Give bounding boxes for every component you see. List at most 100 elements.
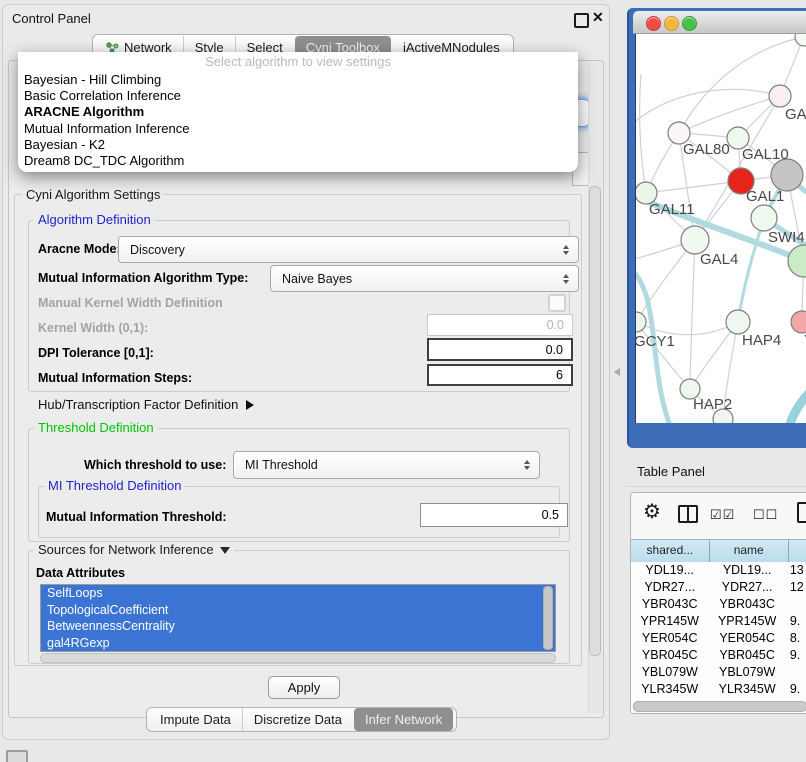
table-cell[interactable]: YER054C — [708, 630, 785, 647]
mi-threshold-field[interactable]: 0.5 — [420, 503, 568, 527]
panel-scrollbar-thumb[interactable] — [589, 186, 601, 656]
network-canvas[interactable]: GALGAL80GAL10GAL1GAL11SWI4GAL4GCY1HAP4YH… — [636, 34, 806, 423]
gear-icon[interactable]: ⚙ — [643, 501, 661, 523]
tab-impute-data[interactable]: Impute Data — [149, 708, 242, 731]
network-edge[interactable] — [787, 384, 806, 423]
algorithm-option-selected[interactable]: ARACNE Algorithm — [18, 104, 578, 120]
kernel-width-label: Kernel Width (0,1): — [38, 321, 148, 335]
splitter-grip-icon[interactable] — [614, 368, 620, 376]
hub-definition-toggle[interactable]: Hub/Transcription Factor Definition — [38, 397, 254, 412]
table-cell[interactable]: YBL079W — [708, 664, 785, 681]
data-attributes-list[interactable]: SelfLoops TopologicalCoefficient Between… — [40, 584, 556, 652]
manual-kernel-checkbox[interactable] — [548, 294, 566, 312]
table-cell[interactable]: YLR345W — [708, 681, 785, 698]
network-node[interactable] — [751, 205, 777, 231]
table-cell[interactable]: 9. — [786, 613, 806, 630]
table-row[interactable]: YBR045CYBR045C9. — [631, 647, 806, 664]
column-header-shared-name[interactable]: shared... — [631, 540, 710, 562]
table-cell[interactable]: 8. — [786, 630, 806, 647]
network-node[interactable] — [769, 85, 791, 107]
table-row[interactable]: YDL19...YDL19...13 — [631, 562, 806, 579]
network-edge[interactable] — [679, 96, 780, 133]
mi-steps-label: Mutual Information Steps: — [38, 371, 192, 385]
close-traffic-light[interactable] — [646, 16, 661, 31]
which-threshold-value: MI Threshold — [245, 458, 318, 472]
table-cell[interactable]: YPR145W — [631, 613, 708, 630]
table-row[interactable]: YDR27...YDR27...12 — [631, 579, 806, 596]
algorithm-option[interactable]: Bayesian - K2 — [18, 137, 578, 153]
table-cell[interactable]: YDR27... — [708, 579, 785, 596]
table-row[interactable]: YBR043CYBR043C — [631, 596, 806, 613]
network-node[interactable] — [791, 311, 806, 333]
table-panel-window: ⚙ ☑☑ ☐☐ shared... name YDL19...YDL19...1… — [630, 492, 806, 714]
table-cell[interactable]: YPR145W — [708, 613, 785, 630]
algorithm-option[interactable]: Basic Correlation Inference — [18, 88, 578, 104]
algorithm-option[interactable]: Dream8 DC_TDC Algorithm — [18, 153, 578, 169]
network-edge[interactable] — [738, 218, 764, 322]
network-node[interactable] — [726, 310, 750, 334]
float-window-button[interactable] — [574, 13, 589, 28]
minimize-traffic-light[interactable] — [664, 16, 679, 31]
table-cell[interactable] — [786, 596, 806, 613]
table-body: YDL19...YDL19...13YDR27...YDR27...12YBR0… — [631, 562, 806, 714]
aracne-mode-select[interactable]: Discovery — [118, 236, 579, 263]
network-edge[interactable] — [690, 240, 695, 379]
list-item[interactable]: TopologicalCoefficient — [41, 602, 555, 619]
column-header-clipped[interactable] — [789, 540, 806, 562]
network-node[interactable] — [771, 159, 803, 191]
table-cell[interactable]: 12 — [786, 579, 806, 596]
spinner-arrows-icon — [563, 245, 569, 255]
table-cell[interactable]: YBR045C — [631, 647, 708, 664]
table-cell[interactable]: YLR345W — [631, 681, 708, 698]
tab-discretize-data[interactable]: Discretize Data — [242, 708, 353, 731]
columns-icon[interactable] — [678, 505, 698, 523]
network-window-titlebar[interactable] — [633, 11, 806, 34]
deselect-all-checkboxes-icon[interactable]: ☐☐ — [753, 507, 778, 523]
zoom-traffic-light[interactable] — [682, 16, 697, 31]
table-cell[interactable]: YDL19... — [631, 562, 708, 579]
list-item[interactable]: SelfLoops — [41, 585, 555, 602]
table-row[interactable]: YER054CYER054C8. — [631, 630, 806, 647]
network-node[interactable] — [636, 312, 646, 332]
table-cell[interactable]: YBR043C — [631, 596, 708, 613]
close-icon[interactable]: ✕ — [592, 9, 604, 26]
mi-type-select[interactable]: Naive Bayes — [270, 265, 579, 292]
table-cell[interactable]: YER054C — [631, 630, 708, 647]
algorithm-option[interactable]: Bayesian - Hill Climbing — [18, 72, 578, 88]
network-node[interactable] — [681, 226, 709, 254]
table-cell[interactable]: YDR27... — [631, 579, 708, 596]
tab-infer-network[interactable]: Infer Network — [354, 708, 453, 731]
algorithm-option[interactable]: Mutual Information Inference — [18, 121, 578, 137]
list-item[interactable]: gal4RGexp — [41, 635, 555, 652]
apply-button[interactable]: Apply — [268, 676, 340, 699]
network-edge[interactable] — [640, 74, 646, 193]
select-all-checkboxes-icon[interactable]: ☑☑ — [710, 507, 735, 523]
table-cell[interactable]: YBR045C — [708, 647, 785, 664]
table-cell[interactable]: 9. — [786, 681, 806, 698]
table-cell[interactable]: 9. — [786, 647, 806, 664]
table-row[interactable]: YPR145WYPR145W9. — [631, 613, 806, 630]
network-node[interactable] — [795, 34, 806, 46]
sources-hscrollbar[interactable] — [40, 653, 556, 663]
table-row[interactable]: YLR345WYLR345W9. — [631, 681, 806, 698]
sources-legend[interactable]: Sources for Network Inference — [34, 543, 234, 557]
column-header-name[interactable]: name — [710, 540, 789, 562]
spinner-arrows-icon — [563, 274, 569, 284]
network-edge[interactable] — [636, 240, 695, 322]
table-cell[interactable]: 13 — [786, 562, 806, 579]
list-scrollbar-thumb[interactable] — [543, 586, 553, 650]
table-cell[interactable] — [786, 664, 806, 681]
dpi-tolerance-field[interactable]: 0.0 — [427, 338, 573, 361]
minimized-panel-icon[interactable] — [6, 750, 28, 762]
table-row[interactable]: YBL079WYBL079W — [631, 664, 806, 681]
table-cell[interactable]: YBR043C — [708, 596, 785, 613]
mi-steps-field[interactable]: 6 — [427, 364, 573, 386]
table-cell[interactable]: YBL079W — [631, 664, 708, 681]
network-node[interactable] — [788, 245, 806, 277]
table-hscrollbar[interactable] — [633, 701, 806, 712]
which-threshold-select[interactable]: MI Threshold — [233, 451, 540, 479]
export-table-icon[interactable] — [797, 502, 806, 523]
kernel-width-field[interactable]: 0.0 — [427, 314, 573, 336]
table-cell[interactable]: YDL19... — [708, 562, 785, 579]
list-item[interactable]: BetweennessCentrality — [41, 618, 555, 635]
